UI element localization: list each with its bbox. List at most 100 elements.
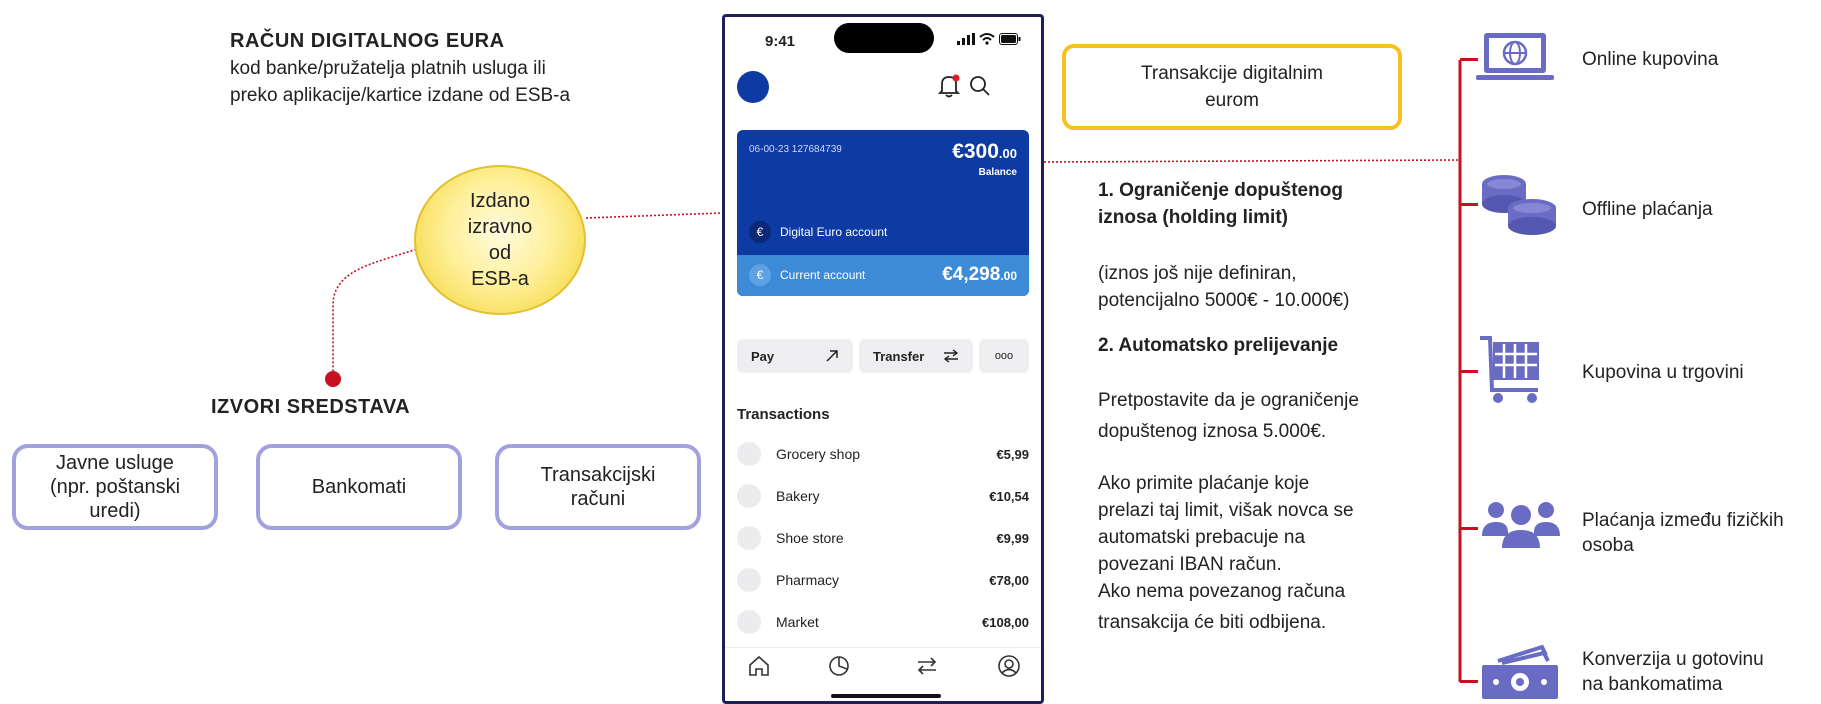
transaction-row[interactable]: Grocery shop €5,99 <box>737 439 1029 469</box>
transaction-row[interactable]: Pharmacy €78,00 <box>737 565 1029 595</box>
transaction-amount: €10,54 <box>989 488 1029 504</box>
home-indicator <box>831 694 941 698</box>
current-balance: €4,298.00 <box>942 264 1017 286</box>
overflow-paragraph-2: Ako primite plaćanje koje prelazi taj li… <box>1098 470 1354 636</box>
overflow-heading: 2. Automatsko prelijevanje <box>1098 335 1339 356</box>
transfer-button[interactable]: Transfer <box>859 339 973 373</box>
merchant-avatar <box>737 442 761 466</box>
current-account-label-group: € Current account <box>749 264 865 286</box>
issued-by-esb-bubble: Izdano izravno od ESB-a <box>414 165 586 315</box>
use-cash-conversion: Konverzija u gotovinu na bankomatima <box>1582 647 1764 697</box>
merchant-avatar <box>737 610 761 634</box>
overflow-line: automatski prebacuje na <box>1098 527 1306 548</box>
use-label-line: Plaćanja između fizičkih <box>1582 510 1784 531</box>
account-desc-line: preko aplikacije/kartice izdane od ESB-a <box>230 85 571 106</box>
search-icon[interactable] <box>968 74 992 98</box>
coins-icon <box>1482 175 1556 235</box>
balance-amount: €300.00 <box>952 140 1017 164</box>
source-line: Transakcijski <box>540 464 656 486</box>
transaction-name: Market <box>776 614 819 630</box>
branch-tick <box>1460 680 1478 683</box>
overflow-line: Ako nema povezanog računa <box>1098 581 1346 602</box>
overflow-line: Pretpostavite da je ograničenje <box>1098 390 1359 411</box>
issued-line: od <box>488 242 512 264</box>
holding-limit-heading-line: iznosa (holding limit) <box>1098 207 1288 228</box>
battery-icon <box>999 33 1021 45</box>
digital-account-label: Digital Euro account <box>780 225 888 239</box>
transaction-row[interactable]: Market €108,00 <box>737 607 1029 637</box>
account-desc-line: kod banke/pružatelja platnih usluga ili <box>230 58 546 79</box>
branch-tick <box>1460 370 1478 373</box>
issued-line: izravno <box>467 216 533 238</box>
use-p2p-payments: Plaćanja između fizičkih osoba <box>1582 508 1784 558</box>
source-line: Bankomati <box>311 476 407 498</box>
current-account-label: Current account <box>780 268 866 282</box>
euro-coin-icon: € <box>749 221 771 243</box>
home-icon[interactable] <box>746 653 772 679</box>
transaction-name: Pharmacy <box>776 572 840 588</box>
bottom-nav-divider <box>725 647 1041 648</box>
transactions-title: Transactions <box>737 406 830 423</box>
use-offline-payments: Offline plaćanja <box>1582 199 1713 220</box>
dynamic-island <box>834 23 934 53</box>
shopping-cart-icon <box>1480 336 1539 403</box>
balance-cents: .00 <box>998 146 1017 161</box>
wifi-icon <box>979 33 995 45</box>
balance-main: €300 <box>952 140 999 163</box>
issued-line: Izdano <box>469 190 531 212</box>
transaction-amount: €5,99 <box>996 446 1029 462</box>
source-line: (npr. poštanski <box>49 476 181 498</box>
overflow-line: prelazi taj limit, višak novca se <box>1098 500 1354 521</box>
laptop-globe-icon <box>1476 33 1554 80</box>
source-public-services: Javne usluge (npr. poštanski uredi) <box>12 444 218 530</box>
source-line: Javne usluge <box>56 452 174 474</box>
transaction-amount: €108,00 <box>982 614 1029 630</box>
merchant-avatar <box>737 568 761 592</box>
overflow-paragraph-1: Pretpostavite da je ograničenje dopušten… <box>1098 385 1359 447</box>
sources-heading: IZVORI SREDSTAVA <box>211 396 411 418</box>
signal-icon <box>957 33 975 45</box>
use-label-line: na bankomatima <box>1582 674 1723 695</box>
balance-label: Balance <box>978 167 1017 178</box>
use-online-shopping: Online kupovina <box>1582 49 1719 70</box>
people-icon <box>1482 502 1560 548</box>
cash-icon <box>1482 644 1558 699</box>
use-label-line: Konverzija u gotovinu <box>1582 649 1764 670</box>
transaction-name: Bakery <box>776 488 820 504</box>
overflow-line: transakcija će biti odbijena. <box>1098 612 1327 633</box>
holding-limit-note-line: potencijalno 5000€ - 10.000€) <box>1098 290 1350 311</box>
account-meta: 06-00-23 127684739 <box>749 144 842 155</box>
notification-bell-icon[interactable] <box>937 73 961 99</box>
chart-icon[interactable] <box>826 653 852 679</box>
branch-tick <box>1460 527 1478 530</box>
transaction-row[interactable]: Shoe store €9,99 <box>737 523 1029 553</box>
digital-euro-card[interactable]: 06-00-23 127684739 €300.00 Balance € Dig… <box>737 130 1029 296</box>
use-in-store-shopping: Kupovina u trgovini <box>1582 362 1744 383</box>
source-atms: Bankomati <box>256 444 462 530</box>
transaction-row[interactable]: Bakery €10,54 <box>737 481 1029 511</box>
source-line: računi <box>570 488 626 510</box>
holding-limit-note: (iznos još nije definiran, potencijalno … <box>1098 260 1349 314</box>
merchant-avatar <box>737 484 761 508</box>
overflow-line: Ako primite plaćanje koje <box>1098 473 1310 494</box>
use-label-line: osoba <box>1582 535 1634 556</box>
digital-euro-row: € Digital Euro account <box>749 221 887 243</box>
merchant-avatar <box>737 526 761 550</box>
current-balance-main: €4,298 <box>942 264 1001 285</box>
arrow-up-right-icon <box>826 350 838 362</box>
profile-icon[interactable] <box>996 653 1022 679</box>
issued-line: ESB-a <box>471 268 529 290</box>
avatar[interactable] <box>737 71 769 103</box>
transfer-icon[interactable] <box>914 653 940 679</box>
account-description: kod banke/pružatelja platnih usluga ili … <box>230 55 570 109</box>
more-button[interactable]: ooo <box>979 339 1029 373</box>
transaction-amount: €78,00 <box>989 572 1029 588</box>
transaction-name: Grocery shop <box>776 446 861 462</box>
holding-limit-heading-line: 1. Ograničenje dopuštenog <box>1098 180 1343 201</box>
holding-limit-note-line: (iznos još nije definiran, <box>1098 263 1297 284</box>
transactions-box-line: eurom <box>1205 90 1259 111</box>
current-account-row[interactable]: € Current account €4,298.00 <box>737 255 1029 296</box>
pay-button[interactable]: Pay <box>737 339 853 373</box>
transactions-box: Transakcije digitalnim eurom <box>1062 44 1402 130</box>
current-balance-cents: .00 <box>1000 269 1017 283</box>
